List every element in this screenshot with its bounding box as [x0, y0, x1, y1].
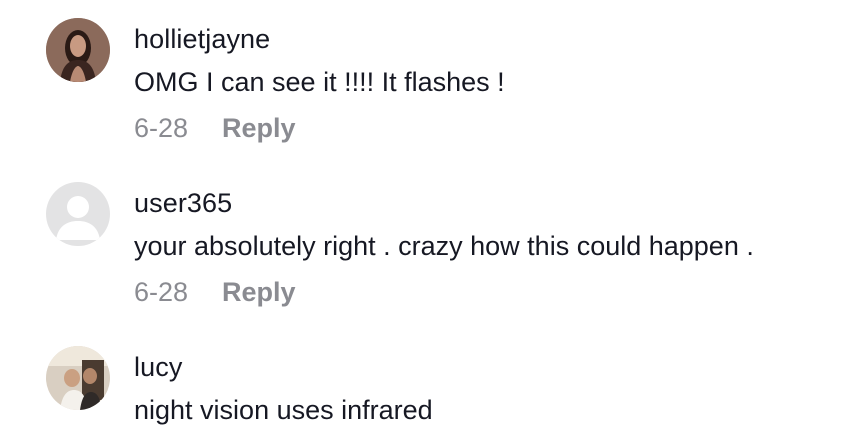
comment-meta: 6-28 Reply — [134, 277, 296, 308]
comment-username[interactable]: lucy — [134, 352, 182, 383]
comment-meta: 6-28 Reply — [134, 113, 296, 144]
comment-text: night vision uses infrared — [134, 395, 433, 425]
avatar[interactable] — [46, 18, 110, 82]
comment-text: OMG I can see it !!!! It flashes ! — [134, 67, 505, 97]
comment-username[interactable]: hollietjayne — [134, 24, 270, 55]
avatar[interactable] — [46, 346, 110, 410]
comment-username[interactable]: user365 — [134, 188, 232, 219]
user-photo-avatar-icon — [46, 346, 110, 410]
avatar[interactable] — [46, 182, 110, 246]
comment-date: 6-28 — [134, 277, 189, 307]
reply-button[interactable]: Reply — [222, 277, 296, 308]
comment-text: your absolutely right . crazy how this c… — [134, 231, 754, 261]
reply-button[interactable]: Reply — [222, 113, 296, 144]
comment-date: 6-28 — [134, 113, 189, 143]
user-photo-avatar-icon — [46, 18, 110, 82]
default-user-avatar-icon — [46, 182, 110, 246]
